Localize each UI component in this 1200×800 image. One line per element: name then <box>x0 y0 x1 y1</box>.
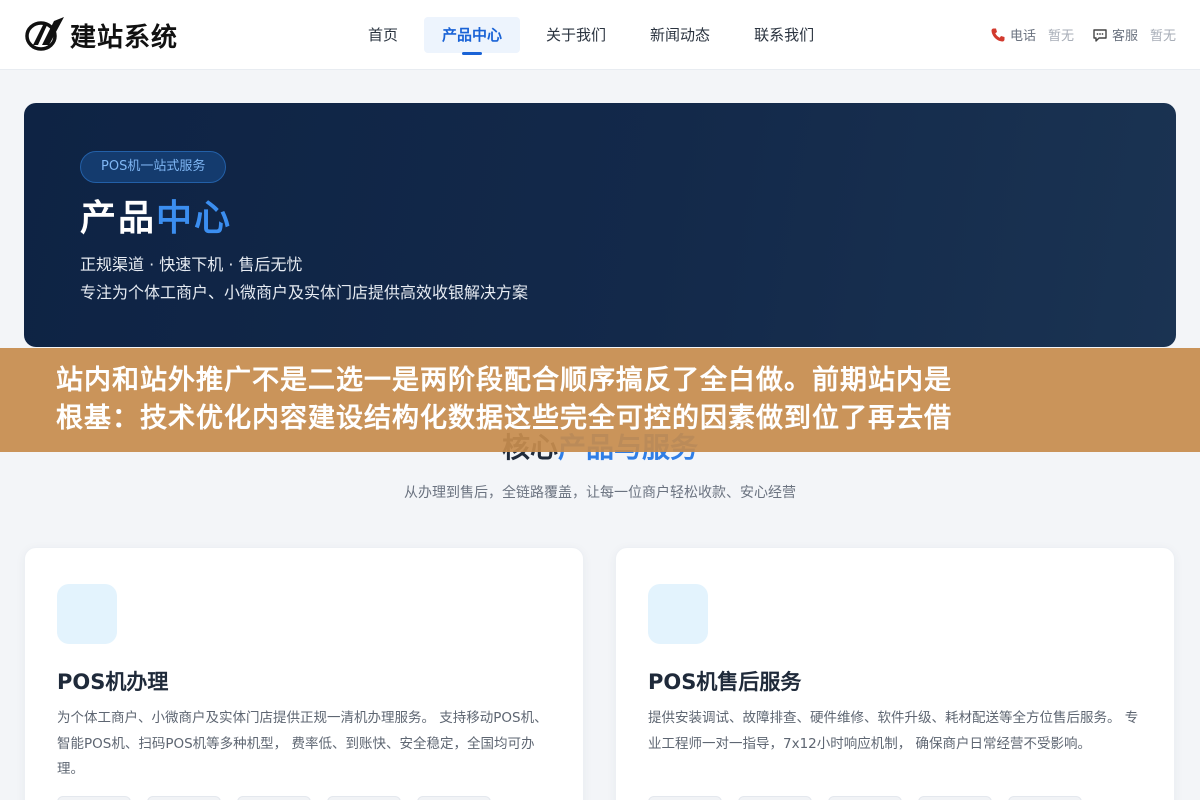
card-title: POS机售后服务 <box>648 670 802 694</box>
logo-mark-icon <box>25 17 64 51</box>
phone-contact[interactable]: 电话 暂无 <box>990 25 1074 44</box>
card-tag <box>147 796 221 800</box>
hero-badge: POS机一站式服务 <box>80 151 227 183</box>
card-tag <box>417 796 491 800</box>
phone-icon <box>991 28 1005 41</box>
chat-icon <box>1093 28 1107 42</box>
logo[interactable]: 建站系统 <box>24 15 178 55</box>
logo-text: 建站系统 <box>70 22 179 53</box>
nav-item-home[interactable]: 首页 <box>350 17 416 53</box>
service-card-pos-aftersales[interactable]: POS机售后服务 提供安装调试、故障排查、硬件维修、软件升级、耗材配送等全方位售… <box>615 547 1175 800</box>
overlay-line-2: 根基：技术优化内容建设结构化数据这些完全可控的因素做到位了再去借 <box>56 403 952 434</box>
overlay-banner: 站内和站外推广不是二选一是两阶段配合顺序搞反了全白做。前期站内是 根基：技术优化… <box>0 348 1200 452</box>
hero-tagline: 正规渠道 · 快速下机 · 售后无忧 <box>80 255 303 274</box>
card-description: 提供安装调试、故障排查、硬件维修、软件升级、耗材配送等全方位售后服务。 专业工程… <box>648 710 1139 752</box>
service-label: 客服 <box>1112 29 1139 44</box>
card-icon <box>648 584 708 644</box>
phone-label: 电话 <box>1010 29 1037 44</box>
overlay-line-1: 站内和站外推广不是二选一是两阶段配合顺序搞反了全白做。前期站内是 <box>56 365 952 396</box>
card-tag <box>57 796 131 800</box>
card-tag <box>327 796 401 800</box>
page-title-main: 产品 <box>80 198 157 239</box>
service-card-pos-apply[interactable]: POS机办理 为个体工商户、小微商户及实体门店提供正规一清机办理服务。 支持移动… <box>24 547 584 800</box>
card-icon <box>57 584 117 644</box>
card-tags <box>648 796 1098 800</box>
nav-item-about[interactable]: 关于我们 <box>528 17 624 53</box>
service-value: 暂无 <box>1150 29 1177 44</box>
card-tags <box>57 796 507 800</box>
card-tag <box>918 796 992 800</box>
main-nav: 首页 产品中心 关于我们 新闻动态 联系我们 <box>350 17 840 55</box>
card-tag <box>1008 796 1082 800</box>
nav-item-contact[interactable]: 联系我们 <box>736 17 832 53</box>
card-description: 为个体工商户、小微商户及实体门店提供正规一清机办理服务。 支持移动POS机、智能… <box>57 710 548 777</box>
hero-description: 专注为个体工商户、小微商户及实体门店提供高效收银解决方案 <box>80 283 529 302</box>
section-subtitle: 从办理到售后，全链路覆盖，让每一位商户轻松收款、安心经营 <box>404 485 796 501</box>
site-header: 建站系统 首页 产品中心 关于我们 新闻动态 联系我们 电话 暂无 客服 暂无 <box>0 0 1200 70</box>
card-title: POS机办理 <box>57 670 169 694</box>
page-title-accent: 中心 <box>156 198 233 239</box>
hero-banner: POS机一站式服务 产品中心 正规渠道 · 快速下机 · 售后无忧 专注为个体工… <box>24 103 1176 347</box>
service-contact[interactable]: 客服 暂无 <box>1092 25 1176 44</box>
card-tag <box>738 796 812 800</box>
card-tag <box>828 796 902 800</box>
phone-value: 暂无 <box>1048 29 1075 44</box>
card-tag <box>237 796 311 800</box>
page-title: 产品中心 <box>80 189 232 241</box>
nav-item-products[interactable]: 产品中心 <box>424 17 521 55</box>
nav-item-news[interactable]: 新闻动态 <box>632 17 728 53</box>
card-tag <box>648 796 722 800</box>
